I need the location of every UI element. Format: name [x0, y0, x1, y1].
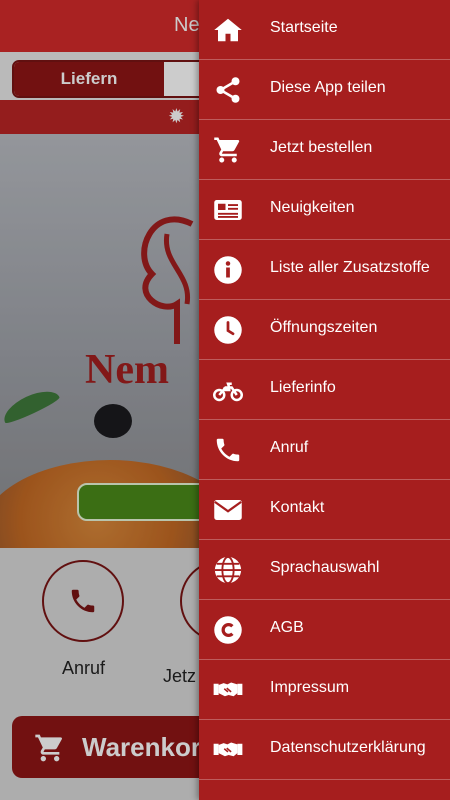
menu-item-opening-hours[interactable]: Öffnungszeiten [199, 300, 450, 360]
menu-item-label: Kontakt [270, 499, 325, 516]
menu-item-label: Öffnungszeiten [270, 319, 378, 336]
share-icon [213, 75, 243, 105]
menu-item-label: Liste aller Zusatzstoffe [270, 259, 430, 276]
menu-item-imprint[interactable]: Impressum [199, 660, 450, 720]
envelope-icon [213, 495, 243, 525]
copyright-icon [213, 615, 243, 645]
menu-item-share-app[interactable]: Diese App teilen [199, 60, 450, 120]
menu-item-call[interactable]: Anruf [199, 420, 450, 480]
handshake-icon [213, 675, 243, 705]
menu-item-label: Jetzt bestellen [270, 139, 373, 156]
home-icon [213, 15, 243, 45]
menu-item-additives[interactable]: Liste aller Zusatzstoffe [199, 240, 450, 300]
menu-item-order-now[interactable]: Jetzt bestellen [199, 120, 450, 180]
menu-item-label: Neuigkeiten [270, 199, 355, 216]
menu-item-delivery-info[interactable]: Lieferinfo [199, 360, 450, 420]
menu-item-label: Sprachauswahl [270, 559, 380, 576]
phone-icon [213, 435, 243, 465]
menu-item-contact[interactable]: Kontakt [199, 480, 450, 540]
info-icon [213, 255, 243, 285]
menu-item-label: Startseite [270, 19, 338, 36]
menu-item-label: Impressum [270, 679, 350, 696]
menu-item-terms[interactable]: AGB [199, 600, 450, 660]
cart-icon [213, 135, 243, 165]
menu-item-news[interactable]: Neuigkeiten [199, 180, 450, 240]
globe-icon [213, 555, 243, 585]
menu-item-label: AGB [270, 619, 304, 636]
clock-icon [213, 315, 243, 345]
menu-item-startseite[interactable]: Startseite [199, 0, 450, 60]
newspaper-icon [213, 195, 243, 225]
menu-item-label: Lieferinfo [270, 379, 336, 396]
menu-item-label: Diese App teilen [270, 79, 386, 96]
menu-item-language[interactable]: Sprachauswahl [199, 540, 450, 600]
motorcycle-icon [213, 375, 243, 405]
menu-item-privacy[interactable]: Datenschutzerklärung [199, 720, 450, 780]
handshake-icon [213, 735, 243, 765]
menu-item-label: Datenschutzerklärung [270, 739, 426, 756]
menu-item-label: Anruf [270, 439, 309, 456]
navigation-drawer: Startseite Diese App teilen Jetzt bestel… [199, 0, 450, 800]
